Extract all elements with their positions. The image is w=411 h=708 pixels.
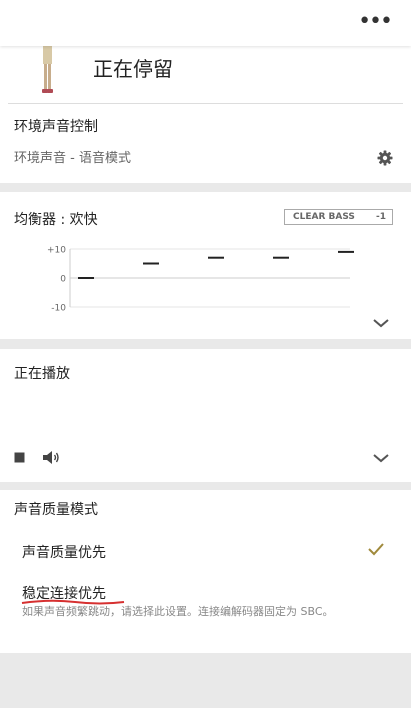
equalizer-chart: +10 0 -10 (47, 246, 354, 313)
sound-quality-title: 声音质量模式 (14, 502, 98, 518)
option-sound-quality-priority[interactable]: 声音质量优先 (22, 542, 106, 562)
equalizer-title: 均衡器 : 欢快 (14, 212, 98, 228)
top-bar: ••• (0, 0, 411, 46)
ambient-sound-title: 环境声音控制 (14, 119, 98, 135)
status-card: 正在停留 环境声音控制 环境声音 - 语音模式 (0, 46, 411, 183)
stop-icon[interactable] (14, 452, 25, 463)
standing-person-icon (42, 46, 53, 93)
clear-bass-label: CLEAR BASS (293, 212, 355, 222)
volume-icon[interactable] (42, 450, 60, 465)
chevron-down-icon[interactable] (372, 452, 390, 464)
eq-tick-label: 0 (60, 275, 66, 285)
eq-tick-label: +10 (47, 246, 66, 256)
equalizer-card: 均衡器 : 欢快 CLEAR BASS -1 +10 0 -10 (0, 192, 411, 339)
ambient-sound-value[interactable]: 环境声音 - 语音模式 (14, 147, 131, 166)
chevron-down-icon[interactable] (372, 317, 390, 329)
clear-bass-badge[interactable]: CLEAR BASS -1 (284, 209, 393, 225)
now-playing-title: 正在播放 (14, 366, 70, 382)
sound-quality-card: 声音质量模式 声音质量优先 稳定连接优先 如果声音频繁跳动，请选择此设置。连接编… (0, 490, 411, 653)
now-playing-card: 正在播放 (0, 349, 411, 482)
clear-bass-value: -1 (376, 212, 386, 222)
eq-tick-label: -10 (51, 304, 66, 313)
status-title: 正在停留 (93, 57, 173, 81)
option-description: 如果声音频繁跳动，请选择此设置。连接编解码器固定为 SBC。 (22, 605, 334, 618)
check-icon (368, 543, 384, 556)
more-options-icon[interactable]: ••• (358, 10, 393, 34)
divider (8, 103, 403, 104)
gear-icon[interactable] (377, 150, 393, 166)
